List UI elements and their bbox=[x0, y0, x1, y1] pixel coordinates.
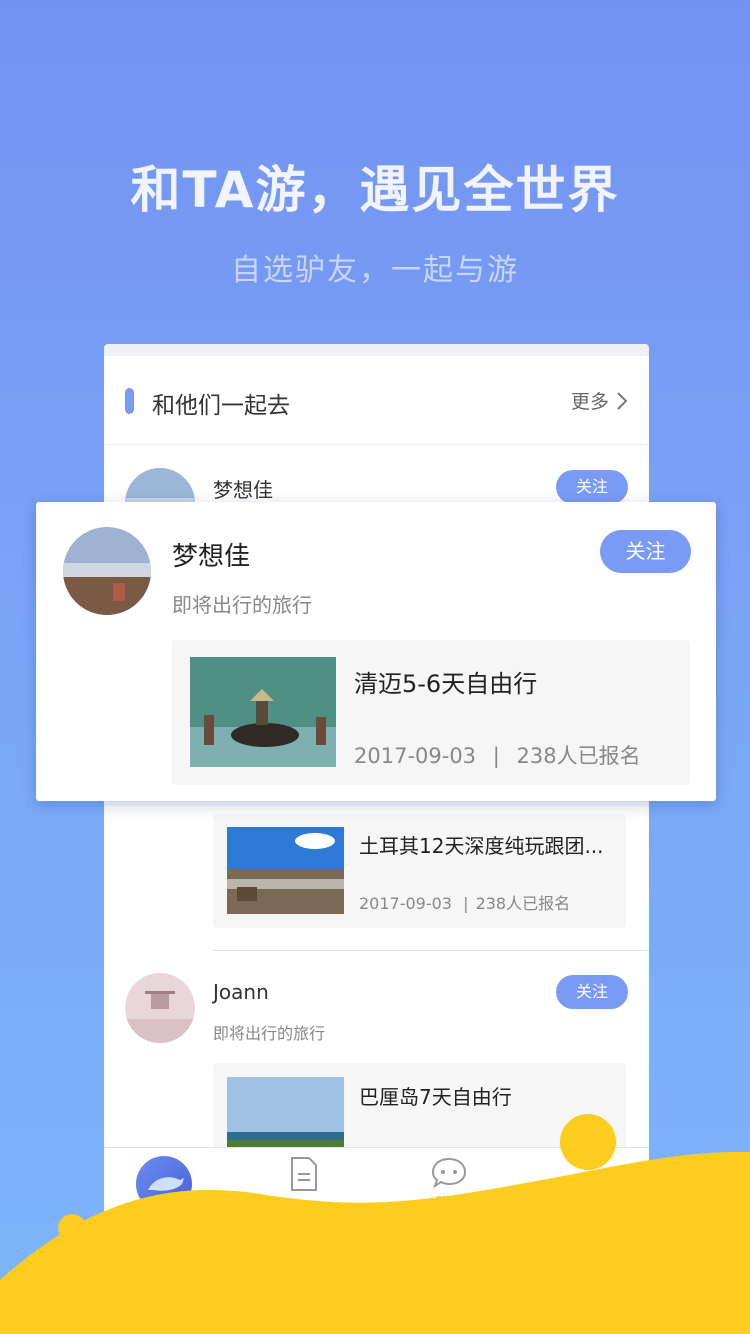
meta-separator: | bbox=[492, 744, 500, 768]
trip-meta: 2017-09-03 | 238人已报名 bbox=[354, 740, 641, 770]
hero-title: 和TA游，遇见全世界 bbox=[130, 161, 620, 219]
trip-meta: 2017-09-03 | 238人已报名 bbox=[359, 890, 570, 914]
more-link[interactable]: 更多 bbox=[571, 387, 627, 414]
divider bbox=[213, 950, 649, 951]
section-accent-bar bbox=[125, 388, 134, 414]
user-name: 梦想佳 bbox=[172, 542, 251, 572]
list-item-name: Joann bbox=[213, 980, 269, 1004]
trip-thumbnail bbox=[227, 827, 344, 914]
follow-button[interactable]: 关注 bbox=[600, 530, 691, 573]
list-item-name: 梦想佳 bbox=[213, 478, 273, 502]
trip-signups: 238人已报名 bbox=[516, 744, 641, 768]
user-subtitle: 即将出行的旅行 bbox=[172, 593, 312, 617]
follow-button[interactable]: 关注 bbox=[556, 975, 628, 1009]
list-item-subtitle: 即将出行的旅行 bbox=[213, 1024, 326, 1043]
trip-thumbnail bbox=[190, 657, 336, 767]
more-label: 更多 bbox=[570, 391, 609, 413]
trip-card[interactable]: 清迈5-6天自由行 2017-09-03 | 238人已报名 bbox=[172, 640, 690, 785]
section-header: 和他们一起去 更多 bbox=[104, 356, 649, 445]
section-title: 和他们一起去 bbox=[152, 393, 290, 419]
meta-separator: | bbox=[463, 894, 469, 913]
trip-date: 2017-09-03 bbox=[354, 744, 477, 768]
avatar[interactable] bbox=[125, 973, 195, 1043]
trip-title: 清迈5-6天自由行 bbox=[354, 670, 538, 698]
decorative-wave bbox=[0, 1114, 750, 1334]
trip-title: 土耳其12天深度纯玩跟团... bbox=[359, 834, 604, 858]
follow-button[interactable]: 关注 bbox=[556, 470, 628, 504]
featured-user-card[interactable]: 梦想佳 即将出行的旅行 关注 清迈5-6天自由行 2017-09-03 | 23… bbox=[36, 502, 716, 801]
hero-subtitle: 自选驴友，一起与游 bbox=[231, 253, 519, 288]
avatar[interactable] bbox=[63, 527, 151, 615]
trip-date: 2017-09-03 bbox=[359, 894, 452, 913]
trip-card[interactable]: 土耳其12天深度纯玩跟团... 2017-09-03 | 238人已报名 bbox=[213, 814, 626, 928]
chevron-right-icon bbox=[617, 391, 627, 410]
trip-title: 巴厘岛7天自由行 bbox=[359, 1085, 512, 1109]
trip-signups: 238人已报名 bbox=[475, 894, 571, 913]
